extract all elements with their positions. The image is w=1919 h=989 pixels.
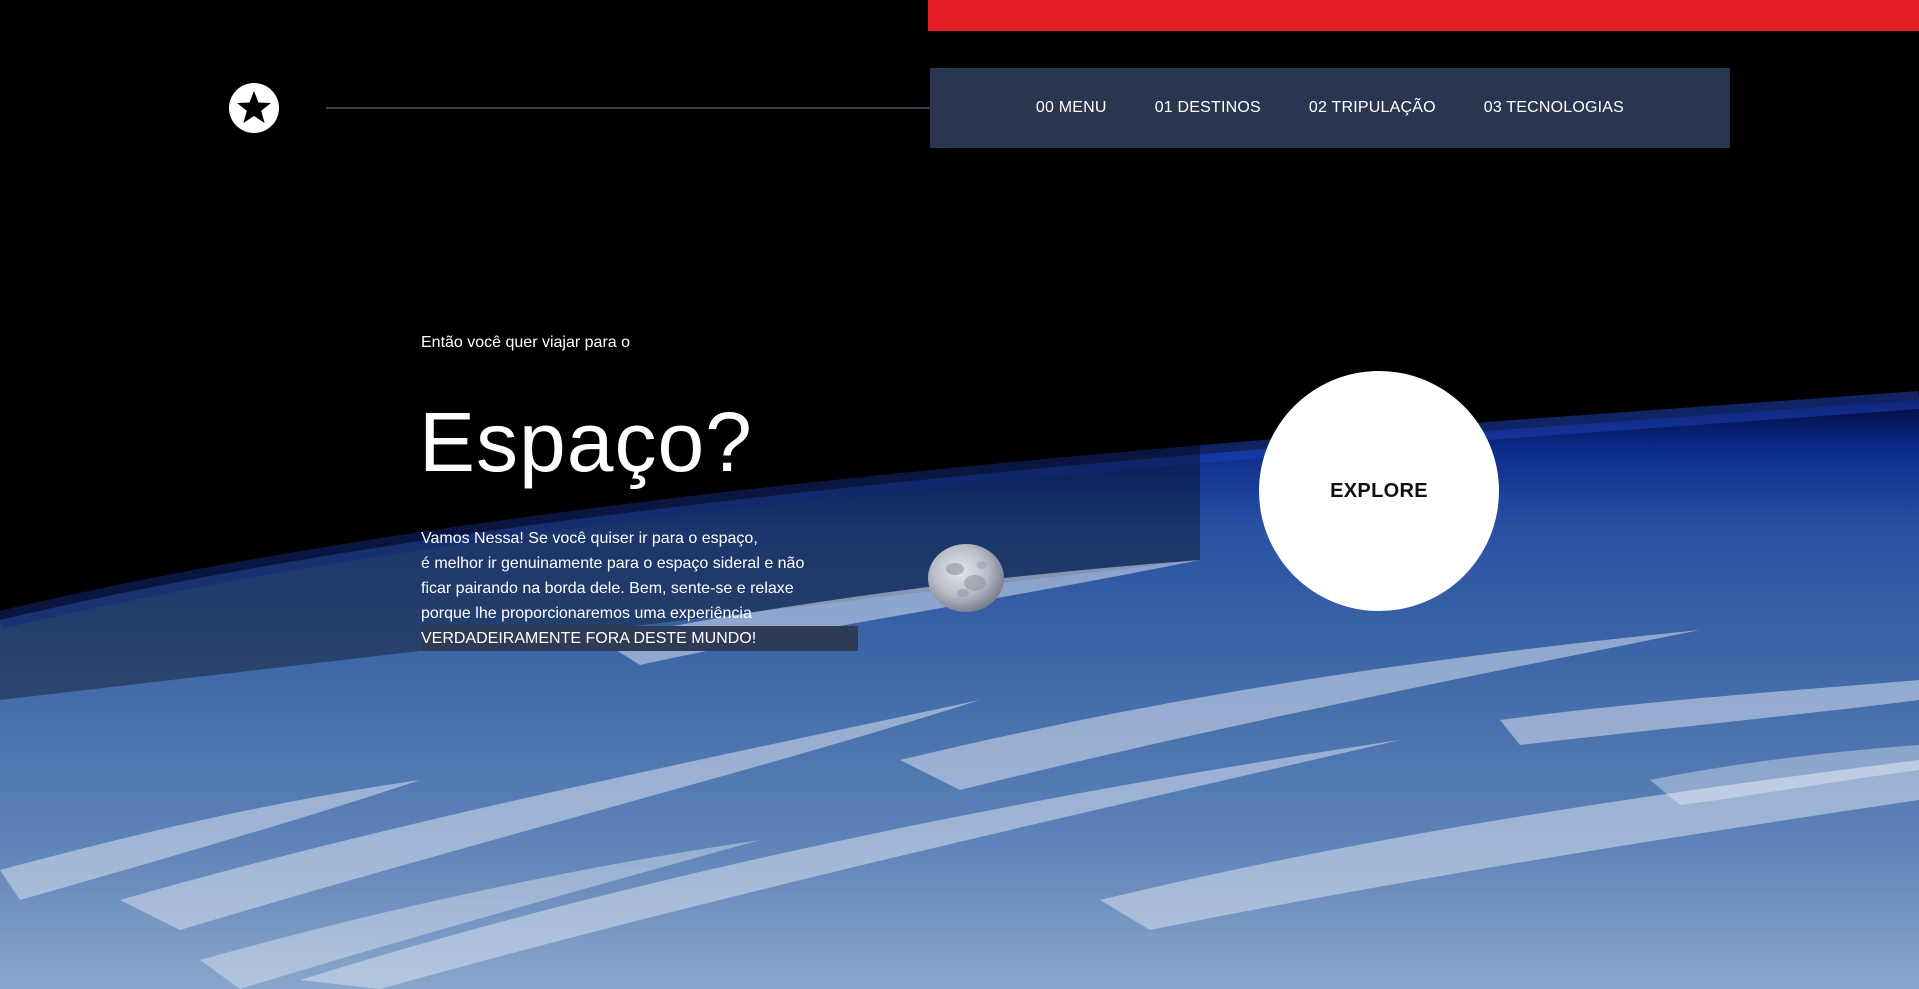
star-circle-icon[interactable] <box>228 82 280 134</box>
hero-description-line: Vamos Nessa! Se você quiser ir para o es… <box>421 530 758 547</box>
header-divider-line <box>326 107 930 109</box>
explore-button[interactable]: EXPLORE <box>1259 371 1499 611</box>
hero-description: Vamos Nessa! Se você quiser ir para o es… <box>421 526 861 651</box>
hero-intro-text: Então você quer viajar para o <box>421 334 631 351</box>
hero-description-highlight: VERDADEIRAMENTE FORA DESTE MUNDO! <box>421 626 858 651</box>
page: 00 MENU 01 DESTINOS 02 TRIPULAÇÃO 03 TEC… <box>0 0 1919 989</box>
nav-item-destinos[interactable]: 01 DESTINOS <box>1155 99 1261 117</box>
hero-description-line: é melhor ir genuinamente para o espaço s… <box>421 555 805 572</box>
earth-background-image <box>0 391 1919 989</box>
nav-item-tecnologias[interactable]: 03 TECNOLOGIAS <box>1484 99 1624 117</box>
nav-item-menu[interactable]: 00 MENU <box>1036 99 1107 117</box>
main-navigation: 00 MENU 01 DESTINOS 02 TRIPULAÇÃO 03 TEC… <box>930 68 1730 148</box>
moon-image <box>928 544 1004 612</box>
hero-title: Espaço? <box>419 395 753 489</box>
nav-item-tripulacao[interactable]: 02 TRIPULAÇÃO <box>1309 99 1436 117</box>
accent-bar <box>928 0 1919 31</box>
hero-description-line: porque lhe proporcionaremos uma experiên… <box>421 605 752 622</box>
hero-description-line: ficar pairando na borda dele. Bem, sente… <box>421 580 794 597</box>
